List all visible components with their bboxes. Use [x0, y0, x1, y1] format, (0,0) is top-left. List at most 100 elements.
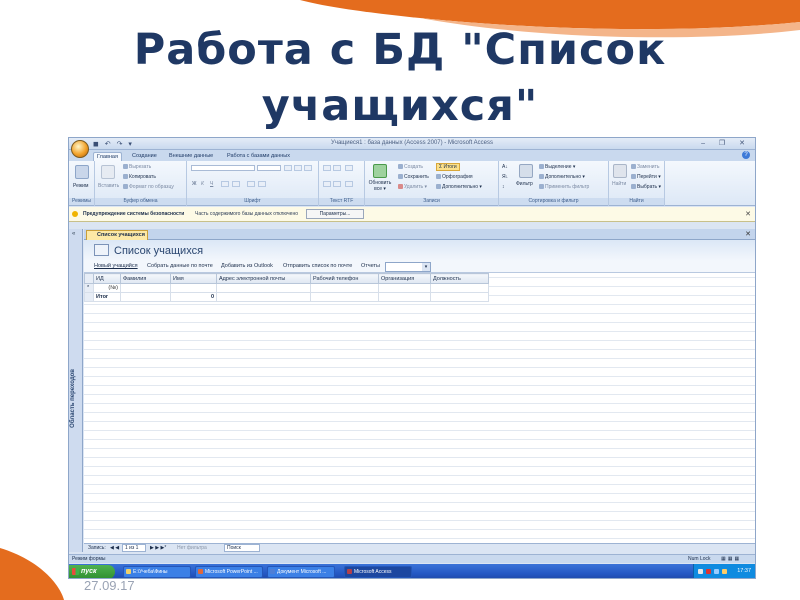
no-filter-indicator[interactable]: Нет фильтра [177, 545, 207, 551]
system-tray: 17:37 [693, 564, 755, 578]
filter-button[interactable]: Фильтр [516, 181, 533, 187]
font-color-icon[interactable] [221, 181, 229, 187]
new-record-button[interactable]: Создать [398, 164, 423, 170]
rtl-icon[interactable] [345, 165, 353, 171]
tab-external-data[interactable]: Внешние данные [166, 152, 216, 161]
cell-lastname[interactable] [120, 283, 171, 293]
taskbar-item-explorer[interactable]: E:\Учеба\Фины [123, 566, 191, 578]
search-field[interactable]: Поиск [224, 544, 260, 552]
underline-button[interactable]: Ч [210, 181, 213, 187]
toggle-filter-label: Применить фильтр [545, 184, 590, 190]
spelling-label: Орфография [442, 174, 473, 180]
options-button[interactable]: Параметры... [306, 209, 364, 219]
decrease-indent-icon[interactable] [323, 165, 331, 171]
bullets-icon[interactable] [323, 181, 331, 187]
document-close-icon[interactable]: ✕ [745, 230, 751, 238]
copy-button[interactable]: Копировать [123, 174, 156, 180]
taskbar-item-access[interactable]: Microsoft Access [344, 566, 412, 578]
new-record-row[interactable]: * (№) [84, 283, 489, 293]
align-right-icon[interactable] [304, 165, 312, 171]
column-header-position[interactable]: Должность [430, 273, 489, 284]
volume-icon[interactable] [722, 569, 727, 574]
selection-button[interactable]: Выделение ▾ [539, 164, 575, 170]
collect-email-link[interactable]: Собрать данные по почте [147, 263, 213, 269]
view-button[interactable]: Режим [73, 183, 88, 189]
increase-indent-icon[interactable] [333, 165, 341, 171]
taskbar-item-word[interactable]: Документ Microsoft ... [267, 566, 335, 578]
numbering-icon[interactable] [333, 181, 341, 187]
advanced-filter-button[interactable]: Дополнительно ▾ [539, 174, 585, 180]
cell-email[interactable] [216, 283, 311, 293]
powerpoint-icon [198, 569, 203, 574]
chevron-expand-icon[interactable]: « [72, 231, 75, 237]
group-views: Режим Режимы [69, 161, 95, 206]
cell-id-new[interactable]: (№) [93, 283, 121, 293]
bold-button[interactable]: Ж [192, 181, 197, 187]
column-header-phone[interactable]: Рабочий телефон [310, 273, 379, 284]
fill-color-icon[interactable] [232, 181, 240, 187]
close-icon[interactable]: ✕ [745, 210, 751, 218]
column-header-firstname[interactable]: Имя [170, 273, 217, 284]
tab-create[interactable]: Создание [129, 152, 160, 161]
chevron-down-icon[interactable]: ▾ [422, 263, 430, 271]
row-selector[interactable]: * [84, 283, 94, 293]
refresh-all-button[interactable]: Обновить все ▾ [367, 180, 393, 192]
office-button-icon[interactable] [71, 140, 89, 158]
delete-record-button[interactable]: Удалить ▾ [398, 184, 427, 190]
record-position-field[interactable]: 1 из 1 [122, 544, 146, 552]
totals-button[interactable]: Σ Итоги [436, 163, 460, 171]
tab-home[interactable]: Главная [93, 152, 122, 161]
start-button[interactable]: пуск [69, 565, 115, 578]
format-painter-button[interactable]: Формат по образцу [123, 184, 174, 190]
total-cell [310, 292, 379, 302]
view-switcher-icons[interactable]: ▦▦▦ [721, 556, 741, 562]
highlight-icon[interactable] [345, 181, 353, 187]
gridlines-icon[interactable] [247, 181, 255, 187]
replace-button[interactable]: Заменить [631, 164, 659, 170]
record-first-prev[interactable]: ◀ ◀ [110, 545, 119, 551]
align-left-icon[interactable] [284, 165, 292, 171]
spelling-button[interactable]: Орфография [436, 174, 473, 180]
reports-select[interactable]: ▾ [385, 262, 431, 272]
find-button[interactable]: Найти [612, 181, 626, 187]
font-name-combo[interactable] [191, 165, 255, 171]
add-outlook-link[interactable]: Добавить из Outlook [221, 263, 273, 269]
cut-button[interactable]: Вырезать [123, 164, 151, 170]
cell-phone[interactable] [310, 283, 379, 293]
cell-firstname[interactable] [170, 283, 217, 293]
clear-sort-icon[interactable]: ↕ [502, 184, 505, 190]
sort-descending-icon[interactable]: Я↓ [502, 174, 508, 180]
window-controls[interactable]: – ❐ ✕ [701, 139, 751, 147]
column-header-company[interactable]: Организация [378, 273, 431, 284]
more-records-button[interactable]: Дополнительно ▾ [436, 184, 482, 190]
security-icon[interactable] [706, 569, 711, 574]
alt-fill-icon[interactable] [258, 181, 266, 187]
cell-position[interactable] [430, 283, 489, 293]
column-header-id[interactable]: ИД [93, 273, 121, 284]
navigation-pane[interactable]: « Область переходов [69, 229, 83, 552]
network-icon[interactable] [714, 569, 719, 574]
clock[interactable]: 17:37 [737, 568, 751, 574]
align-center-icon[interactable] [294, 165, 302, 171]
selection-label: Выделение ▾ [545, 164, 576, 170]
save-record-button[interactable]: Сохранить [398, 174, 429, 180]
tab-student-list[interactable]: Список учащихся [86, 230, 148, 240]
font-size-combo[interactable] [257, 165, 281, 171]
paste-button[interactable]: Вставить [98, 183, 119, 189]
help-icon[interactable]: ? [742, 151, 750, 159]
toggle-filter-button[interactable]: Применить фильтр [539, 184, 589, 190]
taskbar-item-powerpoint[interactable]: Microsoft PowerPoint ... [195, 566, 263, 578]
goto-button[interactable]: Перейти ▾ [631, 174, 661, 180]
language-icon[interactable] [698, 569, 703, 574]
italic-button[interactable]: К [201, 181, 204, 187]
sort-ascending-icon[interactable]: A↓ [502, 164, 508, 170]
record-next-last-new[interactable]: ▶ ▶ ▶* [150, 545, 166, 551]
new-student-link[interactable]: Новый учащийся [94, 263, 138, 269]
cell-company[interactable] [378, 283, 431, 293]
email-list-link[interactable]: Отправить список по почте [283, 263, 352, 269]
select-button[interactable]: Выбрать ▾ [631, 184, 661, 190]
column-header-email[interactable]: Адрес электронной почты [216, 273, 311, 284]
select-all-cell[interactable] [84, 273, 94, 284]
column-header-lastname[interactable]: Фамилия [120, 273, 171, 284]
tab-database-tools[interactable]: Работа с базами данных [224, 152, 293, 161]
